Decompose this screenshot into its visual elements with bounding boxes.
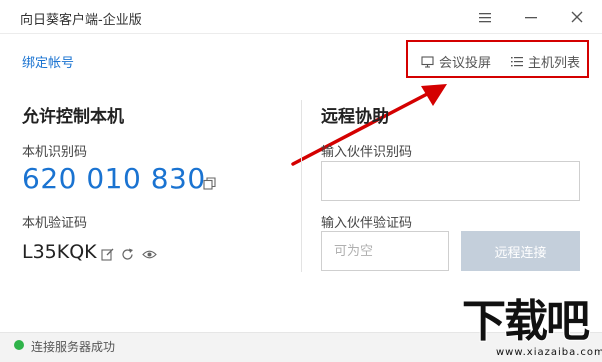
show-code-button[interactable]	[141, 246, 157, 262]
close-icon	[571, 11, 583, 23]
minimize-button[interactable]	[518, 6, 544, 28]
partner-code-label: 输入伙伴验证码	[321, 216, 413, 231]
local-code-label: 本机验证码	[22, 216, 88, 231]
local-id-label: 本机识别码	[22, 145, 88, 160]
edit-code-button[interactable]	[99, 246, 115, 262]
remote-connect-button[interactable]: 远程连接	[461, 231, 580, 271]
menu-icon	[479, 12, 491, 22]
meeting-cast-button[interactable]: 会议投屏	[421, 52, 491, 71]
menu-button[interactable]	[472, 6, 498, 28]
local-code-value: L35KQK	[22, 241, 97, 263]
panel-divider	[301, 100, 302, 272]
eye-icon	[141, 250, 157, 258]
copy-id-button[interactable]	[201, 175, 217, 191]
list-icon	[511, 57, 523, 67]
refresh-code-button[interactable]	[119, 246, 135, 262]
title-bar: 向日葵客户端-企业版	[0, 0, 602, 34]
status-indicator-icon	[14, 340, 24, 350]
local-id-value: 620 010 830	[22, 162, 206, 195]
close-button[interactable]	[564, 6, 590, 28]
minimize-icon	[525, 16, 537, 18]
host-list-button[interactable]: 主机列表	[511, 52, 580, 71]
copy-icon	[202, 176, 216, 190]
meeting-cast-label: 会议投屏	[439, 56, 492, 71]
bind-account-link[interactable]: 绑定帐号	[22, 52, 74, 71]
partner-code-input[interactable]	[321, 231, 449, 271]
edit-icon	[100, 248, 113, 261]
watermark-logo: 下载吧 www.xiazaiba.com	[461, 295, 602, 362]
allow-control-title: 允许控制本机	[22, 107, 124, 127]
watermark-main-text: 下载吧	[461, 295, 591, 348]
refresh-icon	[121, 248, 133, 260]
host-list-label: 主机列表	[528, 56, 581, 71]
monitor-icon	[421, 55, 434, 68]
partner-id-input[interactable]	[321, 161, 580, 201]
window-title: 向日葵客户端-企业版	[20, 13, 142, 28]
remote-assist-title: 远程协助	[321, 107, 389, 127]
partner-id-label: 输入伙伴识别码	[321, 145, 413, 160]
status-text: 连接服务器成功	[31, 340, 116, 354]
watermark-url-text: www.xiazaiba.com	[496, 347, 602, 358]
